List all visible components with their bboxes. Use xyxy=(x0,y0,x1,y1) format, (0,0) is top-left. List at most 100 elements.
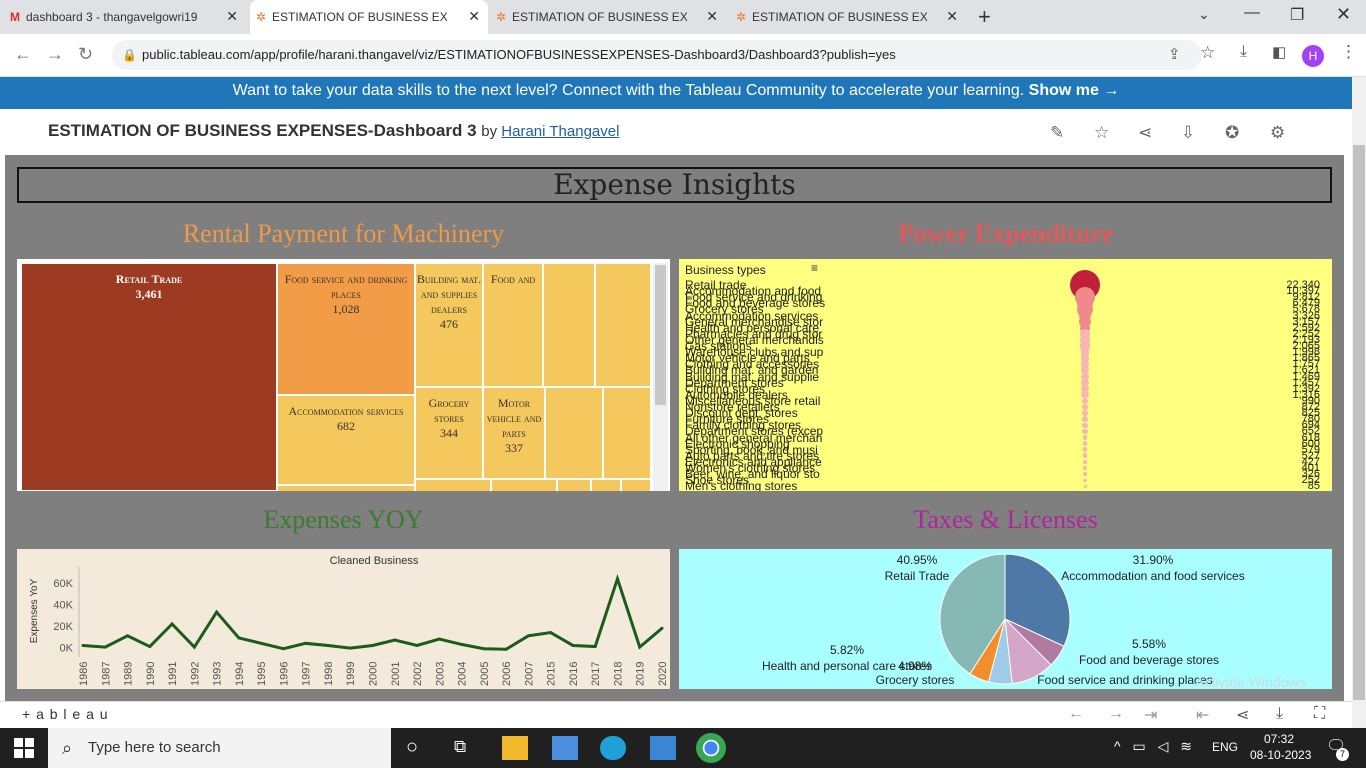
restore-button[interactable]: ❐ xyxy=(1290,5,1304,25)
close-tab-icon[interactable]: ✕ xyxy=(706,8,718,25)
treemap-cell[interactable] xyxy=(603,387,651,479)
sort-icon[interactable]: ≡ xyxy=(811,261,818,275)
tableau-logo[interactable]: + a b l e a u xyxy=(22,706,109,722)
tab-gmail[interactable]: M dashboard 3 - thangavelgowri19 ✕ xyxy=(4,0,246,34)
edge-icon[interactable] xyxy=(600,736,626,760)
treemap-cell[interactable] xyxy=(595,263,651,387)
x-tick-label: 2002 xyxy=(412,662,424,686)
treemap-cell-retail[interactable]: Retail Trade 3,461 xyxy=(21,263,277,491)
treemap-cell-food-service[interactable]: Food service and drinking places 1,028 xyxy=(277,263,415,395)
treemap-cell-grocery[interactable]: Grocery stores 344 xyxy=(415,387,483,479)
fullscreen-icon[interactable]: ⛶ xyxy=(1314,705,1325,723)
x-tick-label: 1999 xyxy=(345,662,357,686)
power-bubble[interactable] xyxy=(1082,441,1088,447)
taskbar-search-box[interactable]: ⌕ Type here to search xyxy=(48,728,391,768)
y-tick-label: 60K xyxy=(53,578,73,590)
clock-date[interactable]: 08-10-2023 xyxy=(1250,748,1311,762)
treemap-cell-building[interactable]: Building mat. and supplies dealers 476 xyxy=(415,263,483,387)
url-field[interactable]: 🔒 public.tableau.com/app/profile/harani.… xyxy=(112,40,1202,70)
language-indicator[interactable]: ENG xyxy=(1212,740,1238,754)
treemap-cell[interactable] xyxy=(491,479,557,491)
power-bubble[interactable] xyxy=(1082,410,1088,416)
windows-start-icon[interactable] xyxy=(14,738,34,758)
treemap-value: 682 xyxy=(337,419,355,433)
award-icon[interactable]: ✪ xyxy=(1225,123,1239,143)
mail-icon[interactable] xyxy=(650,736,676,760)
redo-icon[interactable]: → xyxy=(1108,705,1124,723)
windows-taskbar: ⌕ Type here to search ○ ⧉ ^ ▭ ◁ ≋ ENG 07… xyxy=(0,728,1366,768)
page-scrollbar-thumb[interactable] xyxy=(1353,145,1365,700)
x-tick-label: 2020 xyxy=(657,662,669,686)
reload-icon[interactable]: ↻ xyxy=(78,44,93,65)
treemap-cell-food-and[interactable]: Food and xyxy=(483,263,543,387)
edit-icon[interactable]: ✎ xyxy=(1050,123,1064,143)
task-view-icon[interactable]: ⧉ xyxy=(454,737,466,757)
treemap-cell[interactable] xyxy=(591,479,621,491)
reset-icon[interactable]: ⇤ xyxy=(1196,705,1209,725)
treemap-cell-motor-vehicle[interactable]: Motor vehicle and parts 337 xyxy=(483,387,545,479)
close-window-button[interactable]: ✕ xyxy=(1336,4,1351,25)
revert-icon[interactable]: ⇥ xyxy=(1144,705,1157,725)
yoy-title: Expenses YOY xyxy=(263,505,424,534)
data-point xyxy=(593,645,597,649)
power-bubble[interactable] xyxy=(1082,459,1088,464)
favorite-star-icon[interactable]: ☆ xyxy=(1094,123,1109,143)
minimize-button[interactable]: — xyxy=(1244,4,1260,22)
power-bubble[interactable] xyxy=(1083,484,1087,488)
yoy-chart[interactable]: Cleaned Business Expenses YoY 60K 40K 20K 0K 1… xyxy=(17,549,670,689)
power-bubble[interactable] xyxy=(1082,404,1088,410)
close-tab-icon[interactable]: ✕ xyxy=(946,8,958,25)
data-point xyxy=(103,645,107,649)
tab-tableau-3[interactable]: ✲ ESTIMATION OF BUSINESS EXPE ✕ xyxy=(730,0,966,34)
power-bubble[interactable] xyxy=(1082,453,1088,459)
chrome-icon[interactable] xyxy=(696,733,726,763)
store-icon[interactable] xyxy=(552,736,578,760)
menu-kebab-icon[interactable]: ⋮ xyxy=(1340,42,1357,62)
cortana-icon[interactable]: ○ xyxy=(406,736,418,759)
treemap-scrollbar-thumb[interactable] xyxy=(655,265,666,405)
treemap-cell[interactable] xyxy=(621,479,651,491)
power-bubble[interactable] xyxy=(1082,428,1088,434)
author-link[interactable]: Harani Thangavel xyxy=(501,123,619,140)
close-tab-icon[interactable]: ✕ xyxy=(468,8,480,25)
rental-treemap[interactable]: Retail Trade 3,461 Food service and drin… xyxy=(17,259,670,491)
profile-avatar[interactable]: H xyxy=(1302,45,1324,67)
back-arrow-icon[interactable]: ← xyxy=(14,44,32,65)
data-point xyxy=(615,577,619,581)
download-icon[interactable]: ⤓ xyxy=(1240,43,1247,61)
sidebar-icon[interactable]: ◧ xyxy=(1272,43,1286,61)
download-icon[interactable]: ⇩ xyxy=(1181,123,1195,143)
show-me-link[interactable]: Show me → xyxy=(1029,82,1120,99)
tab-tableau-active[interactable]: ✲ ESTIMATION OF BUSINESS EXPE ✕ xyxy=(250,0,488,34)
clock-time[interactable]: 07:32 xyxy=(1264,732,1294,746)
share-icon[interactable]: ⋖ xyxy=(1236,705,1249,725)
treemap-cell[interactable] xyxy=(277,485,415,491)
power-bubble[interactable] xyxy=(1083,478,1087,482)
power-bubble[interactable] xyxy=(1083,472,1087,476)
treemap-cell-accommodation[interactable]: Accommodation services 682 xyxy=(277,395,415,485)
treemap-cell[interactable] xyxy=(545,387,603,479)
power-bubble[interactable] xyxy=(1082,435,1088,440)
tab-tableau-2[interactable]: ✲ ESTIMATION OF BUSINESS EXPE ✕ xyxy=(490,0,726,34)
bookmark-star-icon[interactable]: ☆ xyxy=(1200,43,1215,63)
file-explorer-icon[interactable] xyxy=(502,736,528,760)
download-icon[interactable]: ⤓ xyxy=(1276,705,1283,723)
share-icon[interactable]: ⋖ xyxy=(1138,123,1152,143)
tab-search-chevron-icon[interactable]: ⌄ xyxy=(1198,6,1210,23)
power-bubble[interactable] xyxy=(1082,422,1088,428)
close-tab-icon[interactable]: ✕ xyxy=(226,8,238,25)
treemap-cell[interactable] xyxy=(557,479,591,491)
power-bubble[interactable] xyxy=(1082,447,1088,453)
power-bubble[interactable] xyxy=(1082,465,1087,470)
forward-arrow-icon[interactable]: → xyxy=(46,44,64,65)
tax-chart[interactable]: 40.95% Retail Trade 31.90% Accommodation an… xyxy=(679,549,1332,689)
new-tab-button[interactable]: + xyxy=(978,4,991,30)
tray-icons[interactable]: ^ ▭ ◁ ≋ xyxy=(1114,738,1196,755)
treemap-cell[interactable] xyxy=(415,479,491,491)
power-bubble[interactable] xyxy=(1082,416,1088,422)
power-chart[interactable]: Business types ≡ Retail trade 22,340 Accom… xyxy=(679,259,1332,491)
share-icon[interactable]: ⇪ xyxy=(1168,45,1181,63)
undo-icon[interactable]: ← xyxy=(1068,705,1084,723)
treemap-cell[interactable] xyxy=(543,263,595,387)
settings-gear-icon[interactable]: ⚙ xyxy=(1270,123,1285,143)
